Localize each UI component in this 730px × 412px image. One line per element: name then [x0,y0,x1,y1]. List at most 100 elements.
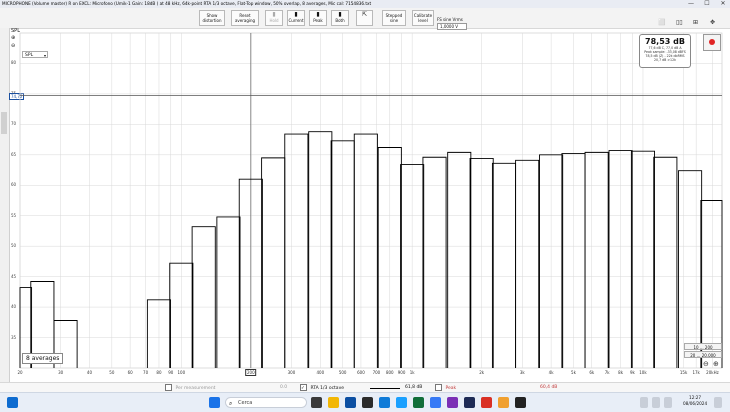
per-measurement-label: Per measurement [175,386,216,391]
rta-band-bar [561,153,586,368]
minimize-icon[interactable]: — [684,0,698,8]
x-tick-label: 3k [519,370,525,375]
task-view-icon[interactable] [311,397,322,408]
y-tick-label: 55 [11,212,17,218]
x-tick-label: 4k [548,370,554,375]
y-unit-select[interactable]: SPL ▾ [22,51,48,58]
weather-icon[interactable] [7,397,18,408]
readout-line-4: 20,7 dB >12k [654,58,676,62]
app-icon-3[interactable] [379,397,390,408]
range-preset-1[interactable]: 10 ... 200 [684,343,722,350]
left-strip-handle[interactable] [1,112,7,134]
x-tick-label: 30 [58,370,64,375]
x-tick-label: 17k [692,370,700,375]
peak-checkbox[interactable] [435,384,442,391]
edge-icon[interactable] [396,397,407,408]
rta-band-bar [146,299,171,368]
windows-start-icon[interactable] [209,397,220,408]
zoom-in-x-icon[interactable]: ⊕ [713,360,719,368]
per-measurement-value: 0.0 [280,385,288,390]
readout-main: 78,53 dB [645,37,685,46]
title-bar: MICROPHONE (Volume master) R on EXCL: Mi… [0,0,730,8]
app-icon-8[interactable] [481,397,492,408]
move-icon[interactable]: ✥ [710,19,715,26]
record-button[interactable] [703,34,721,51]
app-icon-9[interactable] [498,397,509,408]
plot-frame [19,32,723,369]
rta-checkbox[interactable]: ✓ [300,384,307,391]
rta-band-bar [653,156,678,368]
peak-label: Peak [313,18,323,23]
y-tick-label: 60 [11,182,17,188]
hold-label: Hold [269,18,279,23]
close-icon[interactable]: ✕ [716,0,730,8]
range-preset-2[interactable]: 20 ... 20.000 [684,351,722,358]
current-button[interactable]: ▮ Current [287,10,305,26]
restore-icon[interactable]: ⬜ [658,19,665,26]
y-tick-label: 65 [11,151,17,157]
search-box[interactable]: ⌕ Cerca [225,397,307,408]
tray-chevron-icon[interactable] [640,397,648,408]
left-strip [0,28,10,382]
calibrate-level-button[interactable]: Calibrate level [412,10,434,26]
grid-icon[interactable]: ⊞ [693,19,698,26]
rew-icon[interactable] [515,397,526,408]
rta-band-bar [353,133,378,368]
clock-date: 08/06/2024 [683,401,708,406]
fit-view-button[interactable]: ⇱ [356,10,373,26]
x-tick-label: 15k [679,370,688,375]
averages-badge: 8 averages [22,353,64,364]
rta-chart[interactable] [0,0,730,411]
zoom-out-x-icon[interactable]: ⊖ [703,360,709,368]
app-icon-5[interactable] [430,397,441,408]
maximize-icon[interactable]: ☐ [700,0,714,8]
y-tick-label: 70 [11,121,17,127]
zoom-in-y-icon[interactable]: ⊕ [11,35,15,41]
zoom-out-y-icon[interactable]: ⊖ [11,43,15,49]
file-explorer-icon[interactable] [328,397,339,408]
peak-label: Peak [445,386,457,391]
rta-band-bar [284,133,309,368]
rta-line-swatch [370,388,400,389]
x-tick-label: 20 [17,370,23,375]
app-icon-2[interactable] [362,397,373,408]
rta-band-bar [630,150,655,368]
clock[interactable]: 12:27 08/06/2024 [683,395,707,407]
rta-band-bar [515,159,540,368]
stepped-sine-button[interactable]: Stepped sine [382,10,406,26]
network-icon[interactable] [652,397,660,408]
app-icon-7[interactable] [464,397,475,408]
rta-band-bar [377,147,402,368]
notification-icon[interactable] [714,397,722,408]
both-button[interactable]: ▮ Both [331,10,349,26]
volume-icon[interactable] [664,397,672,408]
app-icon-1[interactable] [345,397,356,408]
x-tick-label: 100 [177,370,186,375]
y-tick-label: 40 [11,304,17,310]
chevron-down-icon: ▾ [43,53,46,58]
fs-sine-input[interactable]: 1,0000 V [437,23,467,30]
app-icon-4[interactable] [413,397,424,408]
search-icon: ⌕ [229,400,233,407]
x-tick-label: 50 [109,370,115,375]
peak-value: 60,4 dB [540,385,558,390]
reset-averaging-button[interactable]: Reset averaging [231,10,259,26]
x-tick-label: 7k [604,370,610,375]
level-readout: 78,53 dB 77,6 dB C, 77,0 dB A Peak sampl… [639,34,691,68]
layout-icon[interactable]: ▯▯ [676,19,683,26]
y-axis-label: SPL [11,28,20,34]
peak-button[interactable]: ▮ Peak [309,10,327,26]
rta-band-bar [330,140,355,368]
fs-sine-box: FS sine Vrms 1,0000 V [437,17,467,30]
app-icon-6[interactable] [447,397,458,408]
search-input[interactable]: Cerca [238,398,252,409]
both-label: Both [335,18,345,23]
per-measurement-checkbox[interactable] [165,384,172,391]
show-distortion-button[interactable]: Show distortion [199,10,225,26]
rta-band-bar [216,216,241,368]
x-tick-label: 80 [156,370,162,375]
x-tick-label: 40 [86,370,93,375]
x-tick-label: 700 [372,370,381,375]
x-tick-label: 9k [629,370,635,375]
hold-button[interactable]: ▮ Hold [265,10,283,26]
